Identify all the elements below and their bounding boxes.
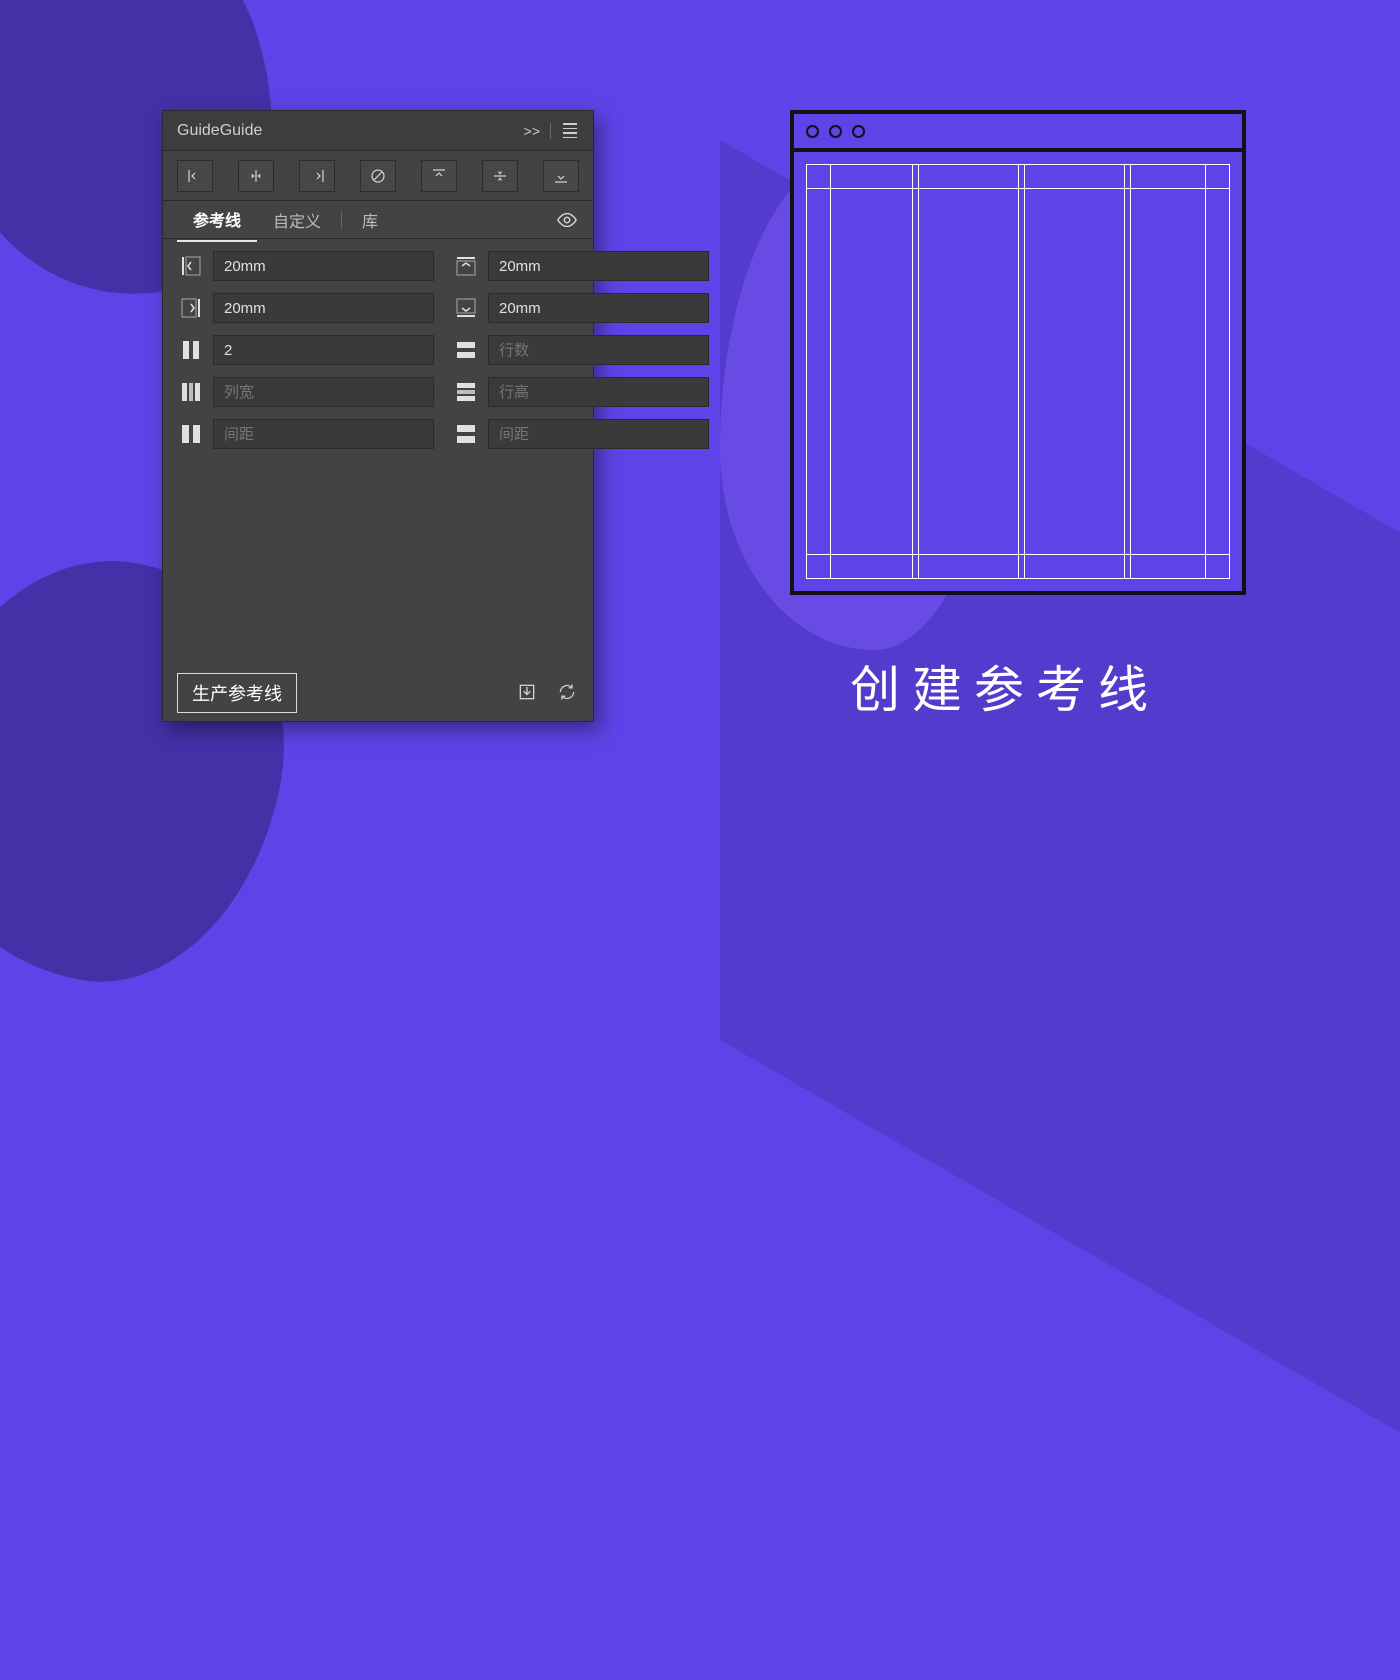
visibility-toggle-icon[interactable] [555,208,579,232]
save-icon[interactable] [517,682,539,704]
rows-field [452,335,709,365]
column-gutter-icon [177,420,205,448]
guides-form [163,239,593,461]
column-width-icon [177,378,205,406]
tab-library[interactable]: 库 [346,199,394,241]
row-height-field [452,377,709,407]
page-caption: 创建参考线 [850,650,1160,722]
row-height-input[interactable] [488,377,709,407]
rows-icon [452,336,480,364]
column-gutter-input[interactable] [213,419,434,449]
panel-tabs: 参考线 自定义 库 [163,201,593,239]
align-left-button[interactable] [177,160,213,192]
footer-icons [517,682,579,704]
panel-footer: 生产参考线 [163,665,593,721]
row-gutter-field [452,419,709,449]
columns-input[interactable] [213,335,434,365]
refresh-icon[interactable] [557,682,579,704]
panel-header: GuideGuide >> [163,111,593,151]
tab-guides[interactable]: 参考线 [177,198,257,242]
guideguide-panel: GuideGuide >> 参考线 自定义 库 [162,110,594,722]
collapse-button[interactable]: >> [524,123,540,139]
align-top-button[interactable] [421,160,457,192]
top-margin-icon [452,252,480,280]
right-margin-icon [177,294,205,322]
panel-header-controls: >> [524,121,579,140]
header-divider [550,123,551,139]
left-margin-input[interactable] [213,251,434,281]
tab-custom[interactable]: 自定义 [257,199,337,241]
bottom-margin-input[interactable] [488,293,709,323]
bottom-margin-icon [452,294,480,322]
illustration-window [790,110,1246,595]
column-width-input[interactable] [213,377,434,407]
column-gutter-field [177,419,434,449]
tab-divider [341,211,342,229]
illustration-titlebar [794,114,1242,152]
top-margin-input[interactable] [488,251,709,281]
window-dot-icon [829,125,842,138]
generate-guides-button[interactable]: 生产参考线 [177,673,297,713]
column-width-field [177,377,434,407]
columns-icon [177,336,205,364]
illustration-grid [806,164,1230,579]
panel-menu-icon[interactable] [561,121,579,140]
left-margin-icon [177,252,205,280]
row-gutter-input[interactable] [488,419,709,449]
right-margin-input[interactable] [213,293,434,323]
illustration-body [794,152,1242,591]
row-gutter-icon [452,420,480,448]
left-margin-field [177,251,434,281]
window-dot-icon [852,125,865,138]
alignment-toolbar [163,151,593,201]
align-hcenter-button[interactable] [238,160,274,192]
window-dot-icon [806,125,819,138]
clear-button[interactable] [360,160,396,192]
columns-field [177,335,434,365]
rows-input[interactable] [488,335,709,365]
row-height-icon [452,378,480,406]
bottom-margin-field [452,293,709,323]
align-vcenter-button[interactable] [482,160,518,192]
align-right-button[interactable] [299,160,335,192]
right-margin-field [177,293,434,323]
panel-title: GuideGuide [177,122,524,140]
top-margin-field [452,251,709,281]
align-bottom-button[interactable] [543,160,579,192]
